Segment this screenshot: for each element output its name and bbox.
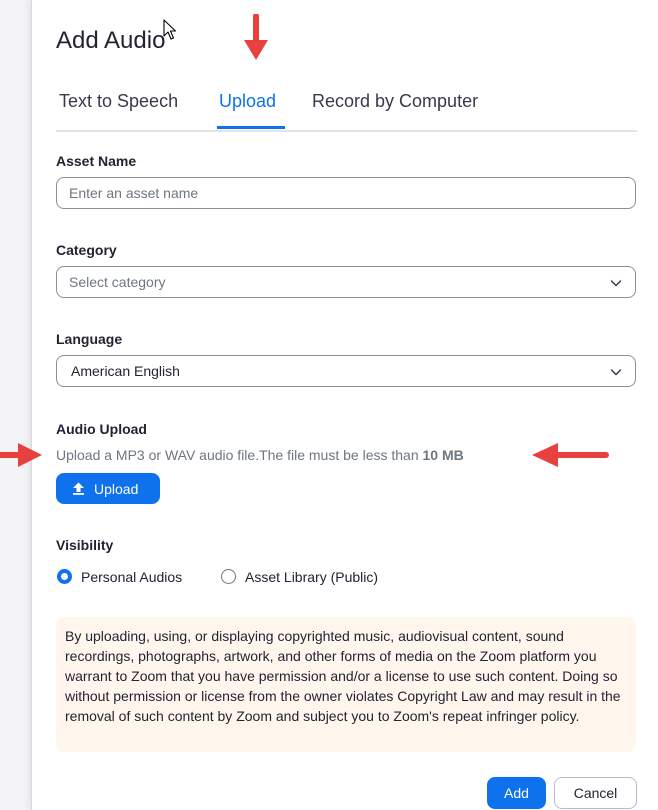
chevron-down-icon [610, 369, 622, 376]
language-select[interactable]: American English [56, 355, 636, 387]
active-tab-indicator [217, 126, 285, 129]
category-placeholder: Select category [69, 274, 166, 290]
add-button[interactable]: Add [487, 777, 546, 809]
category-select[interactable]: Select category [56, 266, 636, 298]
helper-text: Upload a MP3 or WAV audio file.The file … [56, 447, 423, 463]
cancel-button[interactable]: Cancel [554, 777, 637, 809]
annotation-arrow-down-icon [244, 14, 268, 60]
tab-record-by-computer[interactable]: Record by Computer [312, 91, 478, 112]
tab-bar: Text to Speech Upload Record by Computer [56, 80, 637, 132]
copyright-notice: By uploading, using, or displaying copyr… [56, 617, 636, 752]
asset-name-input[interactable] [57, 178, 635, 208]
category-label: Category [56, 242, 117, 258]
radio-unselected-icon [221, 569, 236, 584]
size-limit: 10 MB [422, 447, 464, 463]
language-value: American English [71, 363, 180, 379]
annotation-arrow-left-icon [532, 443, 609, 467]
asset-name-label: Asset Name [56, 153, 137, 169]
asset-name-field-box [56, 177, 636, 209]
radio-asset-library-label: Asset Library (Public) [245, 569, 379, 585]
language-label: Language [56, 331, 123, 347]
mouse-cursor-icon [163, 19, 177, 40]
dialog-title: Add Audio [56, 27, 166, 54]
upload-button[interactable]: Upload [56, 473, 160, 504]
visibility-label: Visibility [56, 537, 114, 553]
radio-selected-icon [57, 569, 72, 584]
upload-button-label: Upload [94, 481, 139, 497]
annotation-arrow-right-icon [0, 443, 42, 467]
tab-text-to-speech[interactable]: Text to Speech [59, 91, 178, 112]
audio-upload-label: Audio Upload [56, 421, 147, 437]
add-audio-dialog: Add Audio Text to Speech Upload Record b… [31, 0, 658, 810]
tab-upload[interactable]: Upload [219, 91, 276, 112]
background-page [0, 0, 32, 810]
radio-personal-audios-label: Personal Audios [81, 569, 183, 585]
chevron-down-icon [610, 280, 622, 287]
upload-arrow-icon [73, 482, 84, 495]
audio-upload-helper-text: Upload a MP3 or WAV audio file.The file … [56, 447, 464, 463]
